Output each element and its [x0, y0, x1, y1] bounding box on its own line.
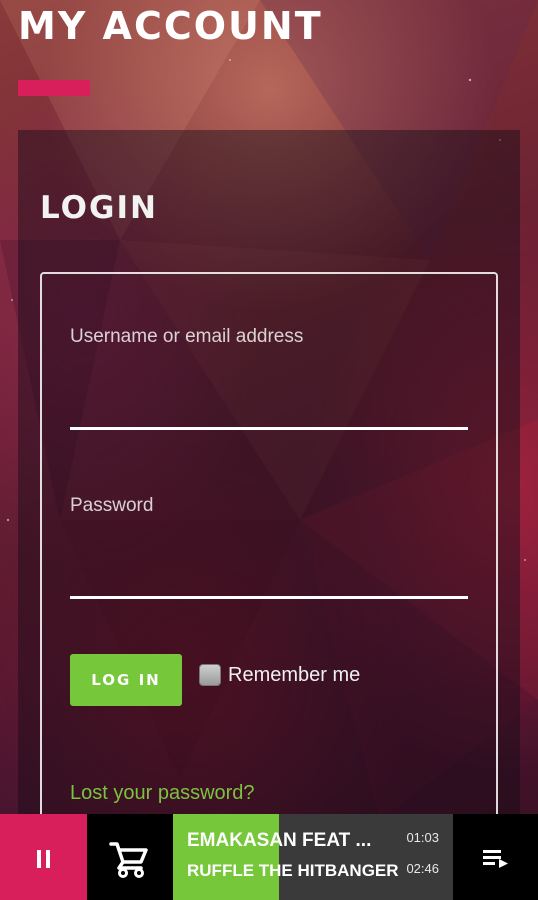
- password-input[interactable]: [70, 559, 468, 599]
- password-label: Password: [70, 495, 154, 516]
- playlist-icon: [483, 850, 508, 868]
- track-title: EMAKASAN FEAT ...: [187, 830, 372, 851]
- title-accent-bar: [18, 80, 90, 96]
- now-playing[interactable]: EMAKASAN FEAT ... RUFFLE THE HITBANGER 0…: [173, 814, 453, 900]
- page-title: MY ACCOUNT: [18, 4, 323, 48]
- username-input[interactable]: [70, 390, 468, 430]
- track-progress-bar: [173, 814, 280, 900]
- login-button[interactable]: LOG IN: [70, 654, 182, 706]
- track-artist: RUFFLE THE HITBANGER: [187, 861, 399, 880]
- elapsed-time: 01:03: [406, 830, 439, 845]
- pause-button[interactable]: [0, 814, 87, 900]
- remember-me-checkbox[interactable]: [199, 664, 221, 686]
- lost-password-link[interactable]: Lost your password?: [70, 782, 255, 805]
- username-label: Username or email address: [70, 326, 304, 347]
- player-bar: EMAKASAN FEAT ... RUFFLE THE HITBANGER 0…: [0, 814, 538, 900]
- cart-icon: [109, 842, 148, 878]
- remember-me-label[interactable]: Remember me: [228, 664, 360, 687]
- playlist-button[interactable]: [453, 814, 538, 900]
- login-heading: LOGIN: [40, 190, 158, 226]
- duration-time: 02:46: [406, 861, 439, 876]
- cart-button[interactable]: [87, 814, 173, 900]
